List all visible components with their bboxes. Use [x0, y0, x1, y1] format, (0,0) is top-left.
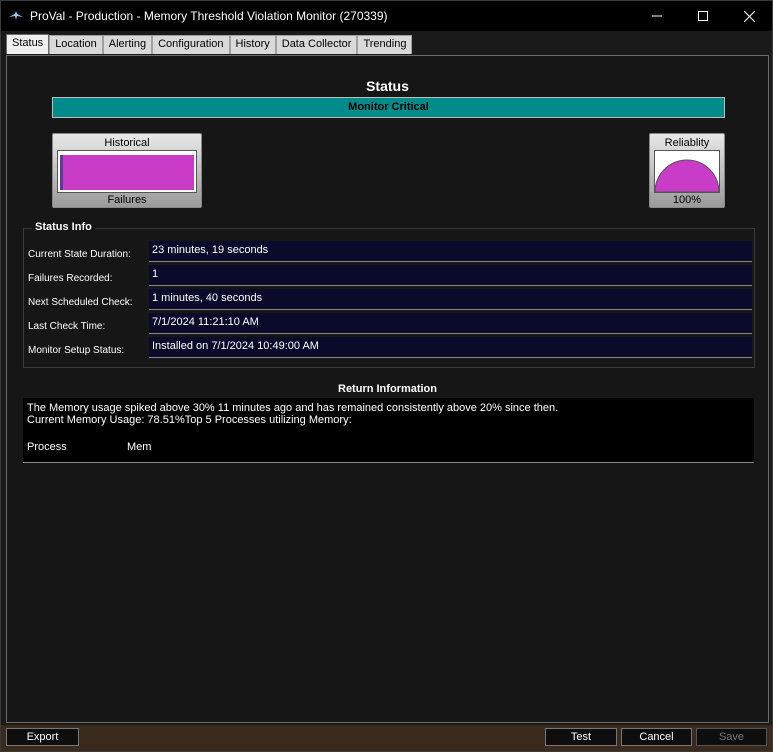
minimize-icon [652, 15, 662, 17]
info-label: Monitor Setup Status: [28, 345, 125, 356]
test-button[interactable]: Test [545, 728, 617, 746]
info-label: Failures Recorded: [28, 273, 113, 284]
info-label: Next Scheduled Check: [28, 297, 133, 308]
tab-status[interactable]: Status [6, 34, 50, 54]
tab-trending[interactable]: Trending [357, 35, 413, 54]
info-row-next-scheduled-check: Next Scheduled Check: 1 minutes, 40 seco… [24, 289, 754, 313]
status-info-group: Status Info Current State Duration: 23 m… [23, 221, 755, 368]
minimize-button[interactable] [634, 1, 680, 31]
tab-history[interactable]: History [229, 35, 276, 54]
reliability-title: Reliablity [664, 137, 710, 149]
historical-label: Failures [107, 194, 147, 206]
status-heading: Status [366, 78, 409, 94]
title-bar: ProVal - Production - Memory Threshold V… [1, 1, 772, 31]
tab-alerting[interactable]: Alerting [102, 35, 153, 54]
info-label: Current State Duration: [28, 249, 131, 260]
info-row-last-check-time: Last Check Time: 7/1/2024 11:21:10 AM [24, 313, 754, 337]
current-state-duration-field: 23 minutes, 19 seconds [149, 241, 752, 262]
last-check-time-field: 7/1/2024 11:21:10 AM [149, 313, 752, 334]
process-column-header: Process [27, 441, 67, 453]
footer-bar: Export Test Cancel Save [1, 725, 772, 751]
return-line-2: Current Memory Usage: 78.51%Top 5 Proces… [27, 414, 352, 426]
reliability-panel: Reliablity 100% [649, 133, 725, 208]
status-info-title: Status Info [32, 221, 95, 233]
historical-title: Historical [104, 137, 150, 149]
save-button[interactable]: Save [696, 728, 767, 746]
monitor-state-bar: Monitor Critical [52, 97, 725, 118]
monitor-setup-status-field: Installed on 7/1/2024 10:49:00 AM [149, 337, 752, 358]
close-button[interactable] [726, 1, 772, 31]
maximize-icon [698, 11, 708, 21]
tab-location[interactable]: Location [49, 35, 103, 54]
mem-column-header: Mem [127, 441, 152, 453]
tab-data-collector[interactable]: Data Collector [275, 35, 358, 54]
info-row-failures-recorded: Failures Recorded: 1 [24, 265, 754, 289]
return-information-text[interactable]: The Memory usage spiked above 30% 11 min… [23, 398, 754, 463]
tab-configuration[interactable]: Configuration [152, 35, 230, 54]
reliability-gauge-fill [655, 159, 719, 192]
status-tab-panel: Status Monitor Critical Historical Failu… [6, 55, 769, 723]
next-scheduled-check-field: 1 minutes, 40 seconds [149, 289, 752, 310]
reliability-gauge [654, 150, 720, 193]
info-label: Last Check Time: [28, 321, 106, 332]
proval-app-icon [9, 11, 23, 21]
reliability-value: 100% [672, 194, 702, 206]
export-button[interactable]: Export [6, 728, 79, 746]
failures-recorded-field: 1 [149, 265, 752, 286]
cancel-button[interactable]: Cancel [621, 728, 692, 746]
tab-bar: Status Location Alerting Configuration H… [1, 34, 772, 55]
info-row-monitor-setup-status: Monitor Setup Status: Installed on 7/1/2… [24, 337, 754, 361]
return-information-heading: Return Information [338, 383, 437, 395]
window-title: ProVal - Production - Memory Threshold V… [30, 9, 388, 23]
maximize-button[interactable] [680, 1, 726, 31]
historical-chart [57, 150, 197, 193]
return-line-1: The Memory usage spiked above 30% 11 min… [27, 402, 559, 414]
historical-failures-bar [60, 155, 194, 190]
info-row-current-state-duration: Current State Duration: 23 minutes, 19 s… [24, 241, 754, 265]
close-icon [743, 10, 755, 22]
monitor-window: ProVal - Production - Memory Threshold V… [0, 0, 773, 752]
historical-panel: Historical Failures [52, 133, 202, 208]
